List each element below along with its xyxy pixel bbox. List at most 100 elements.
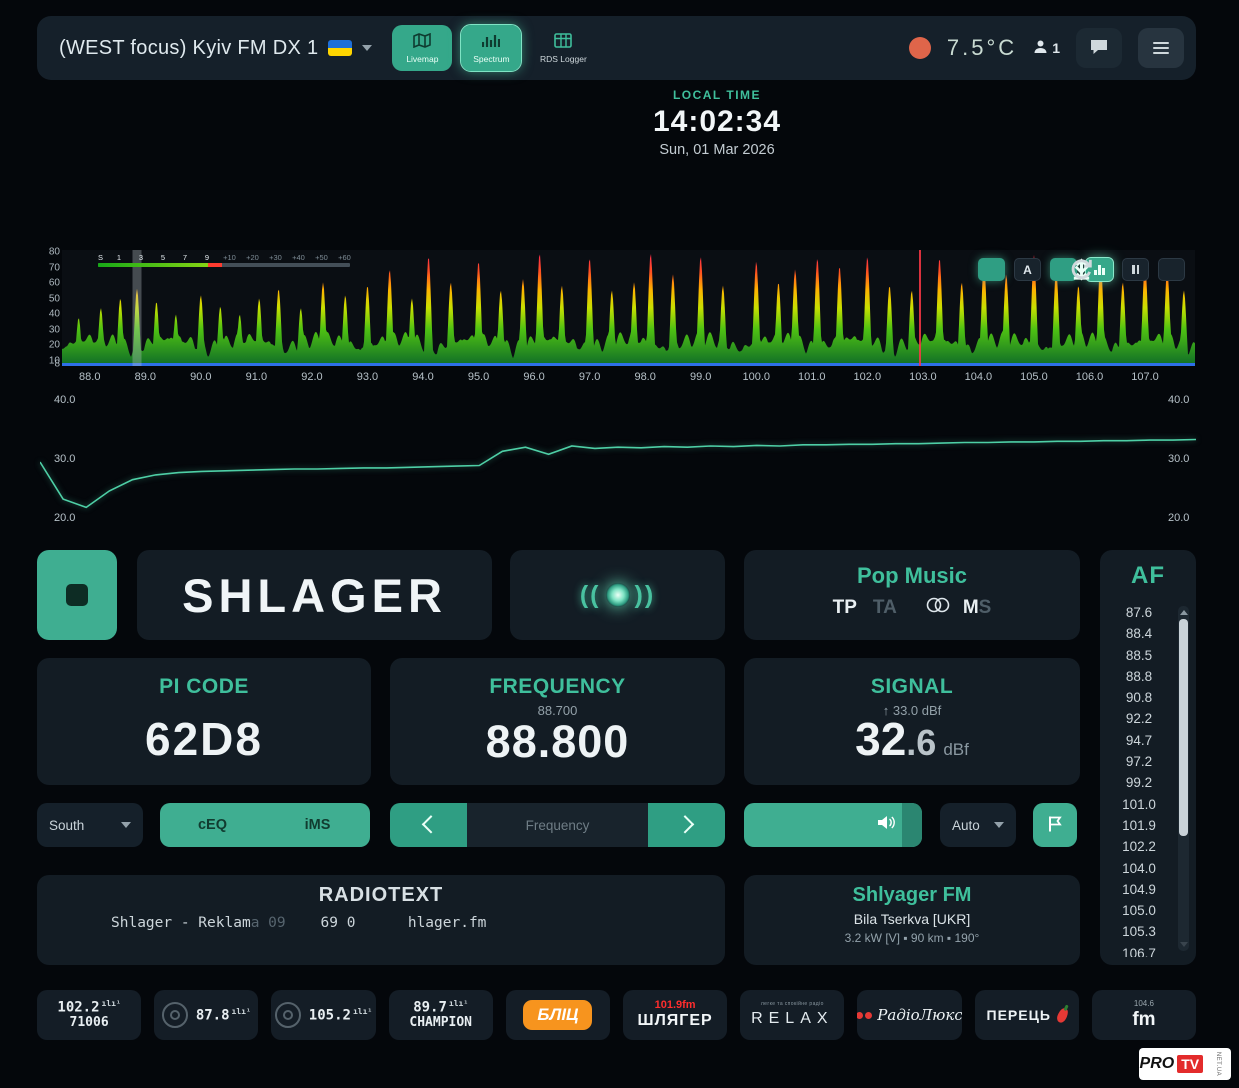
cherries-icon: [857, 1012, 872, 1019]
frequency-input[interactable]: [467, 803, 648, 847]
antenna-select[interactable]: South: [37, 803, 143, 847]
volume-remainder: [902, 803, 922, 847]
pepper-icon: [1055, 1006, 1069, 1023]
af-scrollbar[interactable]: [1178, 606, 1189, 951]
graph-axis-label: 40.0: [1168, 394, 1189, 406]
frequency-axis-label: 105.0: [1020, 371, 1048, 383]
chevron-left-icon: [421, 815, 439, 833]
db-axis-label: 60: [49, 278, 60, 289]
db-axis-label: 8: [54, 359, 60, 370]
broadcast-panel[interactable]: (()): [510, 550, 725, 640]
ms-music-flag: M: [963, 597, 979, 619]
station-logo[interactable]: 87.8ılı¹: [154, 990, 258, 1040]
spectrum-icon: [482, 33, 500, 51]
server-select[interactable]: (WEST focus) Kyiv FM DX 1: [59, 37, 372, 60]
af-item[interactable]: 90.8: [1104, 687, 1174, 708]
station-logo[interactable]: 102.2ılı¹71006: [37, 990, 141, 1040]
frequency-axis-label: 94.0: [412, 371, 433, 383]
s-meter-tick: S: [98, 253, 108, 262]
af-item[interactable]: 99.2: [1104, 772, 1174, 793]
fm-dx-webserver: (WEST focus) Kyiv FM DX 1 Livemap Spectr…: [0, 0, 1239, 1088]
af-item[interactable]: 88.8: [1104, 666, 1174, 687]
mode-select[interactable]: Auto: [940, 803, 1016, 847]
scrollbar-thumb[interactable]: [1179, 619, 1188, 836]
station-logo[interactable]: 105.2ılı¹: [271, 990, 375, 1040]
station-info-panel[interactable]: Shlyager FM Bila Tserkva [UKR] 3.2 kW [V…: [744, 875, 1080, 965]
af-item[interactable]: 88.4: [1104, 623, 1174, 644]
db-axis-label: 70: [49, 262, 60, 273]
af-item[interactable]: 101.0: [1104, 794, 1174, 815]
broadcast-icon: (()): [580, 581, 655, 610]
station-logo[interactable]: ПЕРЕЦЬ: [975, 990, 1079, 1040]
chat-button[interactable]: [1076, 28, 1122, 68]
local-date: Sun, 01 Mar 2026: [567, 142, 867, 158]
flag-icon: [1046, 815, 1064, 836]
af-item[interactable]: 92.2: [1104, 708, 1174, 729]
spectrum-plot[interactable]: S13579+10+20+30+40+50+60 A: [62, 250, 1195, 366]
af-item[interactable]: 88.5: [1104, 645, 1174, 666]
af-item[interactable]: 105.3: [1104, 921, 1174, 942]
pi-code-label: PI CODE: [37, 675, 371, 699]
menu-button[interactable]: [1138, 28, 1184, 68]
frequency-label: FREQUENCY: [390, 675, 725, 699]
volume-slider[interactable]: [744, 803, 922, 847]
spectrum-refresh-button[interactable]: [1158, 258, 1185, 281]
radiotext-segment: 69 0: [321, 915, 356, 931]
server-title: (WEST focus) Kyiv FM DX 1: [59, 37, 318, 60]
spectrum-controls: A: [978, 258, 1185, 281]
station-logo[interactable]: РадіоЛюкс: [857, 990, 961, 1040]
frequency-axis-label: 99.0: [690, 371, 711, 383]
db-axis-label: 30: [49, 324, 60, 335]
station-logo[interactable]: БЛІЦ: [506, 990, 610, 1040]
station-logo[interactable]: 89.7ılı¹CHAMPION: [389, 990, 493, 1040]
af-item[interactable]: 97.2: [1104, 751, 1174, 772]
af-item[interactable]: 94.7: [1104, 730, 1174, 751]
frequency-axis-label: 95.0: [468, 371, 489, 383]
spectrum-button[interactable]: Spectrum: [461, 25, 521, 71]
frequency-down-button[interactable]: [390, 803, 467, 847]
brand-tv: TV: [1177, 1055, 1203, 1073]
online-users: 1: [1033, 39, 1060, 57]
s-meter-red-segment: [208, 263, 222, 267]
brand-pro: PRO: [1140, 1055, 1175, 1073]
topbar: (WEST focus) Kyiv FM DX 1 Livemap Spectr…: [37, 16, 1196, 80]
station-logos-row: 102.2ılı¹71006 87.8ılı¹ 105.2ılı¹ 89.7ılı¹C…: [37, 990, 1196, 1040]
db-axis-label: 50: [49, 293, 60, 304]
eq-toggle[interactable]: cEQ: [160, 803, 265, 847]
station-logo[interactable]: легке та спокійне радіоRELAX: [740, 990, 844, 1040]
s-meter: S13579+10+20+30+40+50+60: [98, 253, 360, 267]
frequency-axis-label: 89.0: [135, 371, 156, 383]
rds-logger-label: RDS Logger: [540, 54, 587, 64]
signal-history-graph: 40.040.030.030.020.020.0: [40, 393, 1196, 525]
s-meter-tick: 3: [130, 253, 152, 262]
af-item[interactable]: 101.9: [1104, 815, 1174, 836]
scroll-up-icon[interactable]: [1178, 607, 1189, 618]
graph-axis-label: 30.0: [1168, 453, 1189, 465]
rds-logger-button[interactable]: RDS Logger: [530, 25, 596, 71]
radiotext-segment: a 09: [251, 915, 286, 931]
af-item[interactable]: 87.6: [1104, 602, 1174, 623]
af-item[interactable]: 106.7: [1104, 943, 1174, 957]
s-meter-tick: 7: [174, 253, 196, 262]
af-item[interactable]: 104.0: [1104, 858, 1174, 879]
weather-icon[interactable]: [909, 37, 931, 59]
ms-speech-flag: S: [979, 597, 992, 619]
af-item[interactable]: 102.2: [1104, 836, 1174, 857]
tp-flag: TP: [833, 597, 857, 619]
af-item[interactable]: 105.0: [1104, 900, 1174, 921]
flag-button[interactable]: [1033, 803, 1077, 847]
local-time-block: LOCAL TIME 14:02:34 Sun, 01 Mar 2026: [567, 88, 867, 158]
station-logo[interactable]: 104.6fm: [1092, 990, 1196, 1040]
livemap-button[interactable]: Livemap: [392, 25, 452, 71]
station-logo[interactable]: 101.9fmШЛЯГЕР: [623, 990, 727, 1040]
table-icon: [554, 33, 572, 51]
tuned-frequency-marker: [132, 250, 141, 366]
frequency-value: 88.800: [390, 716, 725, 768]
frequency-up-button[interactable]: [648, 803, 725, 847]
af-item[interactable]: 104.9: [1104, 879, 1174, 900]
frequency-stepper: [390, 803, 725, 847]
protv-logo: PRO TV NET.UA: [1139, 1048, 1231, 1080]
scroll-down-icon[interactable]: [1178, 939, 1189, 950]
ims-toggle[interactable]: iMS: [265, 803, 370, 847]
stop-audio-button[interactable]: [37, 550, 117, 640]
